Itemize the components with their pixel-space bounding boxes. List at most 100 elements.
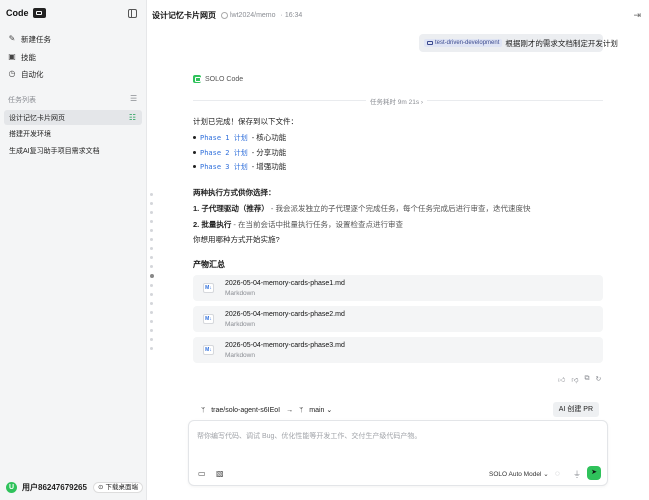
option-2: 2. 批量执行 - 在当前会话中批量执行任务，设置检查点进行审查 — [193, 219, 403, 230]
repo-name: lwt2024/memo — [230, 11, 276, 19]
repo-link[interactable]: lwt2024/memo — [221, 11, 276, 19]
phase-link[interactable]: Phase 3 计划 — [200, 162, 248, 172]
nav-new-task-label: 新建任务 — [21, 34, 51, 44]
brand[interactable]: Code — [6, 8, 46, 18]
file-card[interactable]: M↓ 2026-05-04-memory-cards-phase1.md Mar… — [193, 275, 603, 301]
nav-automation[interactable]: ◷ 自动化 — [8, 67, 44, 81]
file-card[interactable]: M↓ 2026-05-04-memory-cards-phase3.md Mar… — [193, 337, 603, 363]
avatar: U — [6, 482, 17, 493]
nav-skills[interactable]: ▣ 技能 — [8, 50, 36, 64]
file-card[interactable]: M↓ 2026-05-04-memory-cards-phase2.md Mar… — [193, 306, 603, 332]
retry-icon[interactable]: ↻ — [595, 375, 601, 384]
list-item: Phase 3 计划 - 增强功能 — [193, 161, 286, 172]
file-name: 2026-05-04-memory-cards-phase2.md — [225, 311, 345, 318]
thumbs-up-icon[interactable]: 👍︎ — [558, 375, 565, 384]
nav-new-task[interactable]: ✎ 新建任务 — [8, 32, 51, 46]
nav-automation-label: 自动化 — [21, 69, 44, 79]
skill-tag-label: test-driven-development — [435, 40, 500, 46]
markdown-file-icon: M↓ — [203, 283, 214, 293]
option-2-title: 2. 批量执行 — [193, 220, 232, 229]
thumbs-down-icon[interactable]: 👎︎ — [571, 375, 578, 384]
options-title: 两种执行方式供你选择： — [193, 188, 276, 197]
user-profile[interactable]: U 用户86247679265 — [6, 482, 87, 493]
send-button[interactable]: ➤ — [587, 466, 601, 480]
markdown-file-icon: M↓ — [203, 314, 214, 324]
header: 设计记忆卡片网页 lwt2024/memo · 16:34 — [147, 0, 649, 30]
chat-icon[interactable]: ◌ — [555, 469, 560, 478]
phase-desc: - 核心功能 — [251, 133, 287, 142]
composer[interactable]: 帮你编写代码、调试 Bug、优化性能等开发工作、交付生产级代码产物。 ▭ ▧ S… — [188, 420, 608, 486]
task-label: 设计记忆卡片网页 — [9, 114, 65, 122]
list-item: Phase 2 计划 - 分享功能 — [193, 147, 286, 158]
panel-toggle-icon[interactable]: ⇥ — [633, 10, 641, 21]
create-pr-button[interactable]: AI 创建 PR — [552, 402, 599, 417]
branch-bar: ᛘ trae/solo-agent-s6IEoI → ᛘ main ⌄ AI 创… — [193, 400, 603, 420]
bullet-dot — [193, 165, 196, 168]
task-duration-label: 任务耗时 9m 21s — [370, 99, 420, 106]
solo-code-icon — [193, 75, 201, 83]
branch-icon: ᛘ — [201, 406, 206, 414]
page-title: 设计记忆卡片网页 — [152, 10, 216, 20]
markdown-file-icon: M↓ — [203, 345, 214, 355]
filter-icon[interactable]: ☰ — [130, 94, 137, 103]
question-text: 你想用哪种方式开始实施? — [193, 235, 280, 244]
branch-name[interactable]: trae/solo-agent-s6IEoI — [211, 407, 280, 414]
microphone-icon[interactable]: ⏚ — [573, 469, 581, 480]
user-message: test-driven-development 根据刚才的需求文档制定开发计划 — [419, 34, 618, 52]
attach-icon[interactable]: ▭ — [198, 469, 206, 478]
bullet-dot — [193, 136, 196, 139]
branch-icon: ᛘ — [299, 406, 304, 414]
file-type: Markdown — [225, 290, 255, 297]
model-selector[interactable]: SOLO Auto Model ⌄ — [489, 470, 549, 478]
copy-icon[interactable]: ⧉ — [584, 375, 589, 384]
download-label: 下载桌面端 — [105, 483, 138, 491]
option-1-text: - 我会派发独立的子代理逐个完成任务，每个任务完成后进行审查，迭代速度快 — [268, 204, 531, 213]
bullet-dot — [193, 151, 196, 154]
plan-intro: 计划已完成！保存到以下文件： — [193, 117, 298, 126]
phase-link[interactable]: Phase 1 计划 — [200, 133, 248, 143]
task-duration[interactable]: 任务耗时 9m 21s › — [366, 96, 428, 106]
skill-tag[interactable]: test-driven-development — [424, 39, 503, 47]
composer-placeholder[interactable]: 帮你编写代码、调试 Bug、优化性能等开发工作、交付生产级代码产物。 — [197, 431, 421, 441]
sidebar-toggle-icon[interactable] — [128, 9, 137, 18]
github-icon — [221, 11, 228, 19]
task-list-icon: ☷ — [128, 113, 136, 122]
model-label: SOLO Auto Model — [489, 471, 542, 478]
base-branch[interactable]: main ⌄ — [309, 406, 332, 414]
agent-header: SOLO Code — [193, 75, 243, 83]
task-item-active[interactable]: 设计记忆卡片网页 ☷ — [4, 110, 142, 125]
nav-skills-label: 技能 — [21, 52, 36, 62]
task-item[interactable]: 生成AI复习助手项目需求文档 — [4, 143, 142, 158]
sidebar: Code ✎ 新建任务 ▣ 技能 ◷ 自动化 任务列表 ☰ 设计记忆卡片网页 ☷… — [0, 0, 147, 500]
phase-link[interactable]: Phase 2 计划 — [200, 148, 248, 158]
file-name: 2026-05-04-memory-cards-phase3.md — [225, 342, 345, 349]
edit-icon: ✎ — [8, 34, 16, 43]
download-desktop-button[interactable]: ⊙ 下载桌面端 — [93, 482, 143, 493]
message-actions: 👍︎ 👎︎ ⧉ ↻ — [558, 375, 601, 384]
task-item[interactable]: 搭建开发环境 — [4, 126, 142, 141]
option-2-text: - 在当前会话中批量执行任务，设置检查点进行审查 — [231, 220, 404, 229]
download-icon: ⊙ — [98, 483, 104, 491]
brand-name: Code — [6, 8, 29, 18]
option-1-title: 1. 子代理驱动（推荐） — [193, 204, 269, 213]
skill-tag-icon — [427, 41, 433, 45]
timestamp: · 16:34 — [280, 11, 303, 19]
user-name: 用户86247679265 — [22, 483, 87, 492]
base-branch-label: main — [309, 407, 325, 414]
automation-icon: ◷ — [8, 69, 16, 78]
task-label: 搭建开发环境 — [9, 130, 51, 138]
file-type: Markdown — [225, 352, 255, 359]
code-badge-icon — [32, 8, 46, 18]
skill-icon: ▣ — [8, 52, 16, 61]
task-label: 生成AI复习助手项目需求文档 — [9, 147, 100, 155]
option-1: 1. 子代理驱动（推荐） - 我会派发独立的子代理逐个完成任务，每个任务完成后进… — [193, 203, 531, 214]
task-list-title: 任务列表 — [8, 97, 36, 104]
image-icon[interactable]: ▧ — [216, 469, 224, 478]
phase-desc: - 分享功能 — [251, 148, 287, 157]
agent-name: SOLO Code — [205, 75, 244, 83]
scroll-indicator[interactable] — [149, 193, 154, 350]
file-name: 2026-05-04-memory-cards-phase1.md — [225, 280, 345, 287]
phase-desc: - 增强功能 — [251, 162, 287, 171]
user-message-text: 根据刚才的需求文档制定开发计划 — [505, 38, 618, 48]
timestamp-value: 16:34 — [284, 11, 303, 19]
